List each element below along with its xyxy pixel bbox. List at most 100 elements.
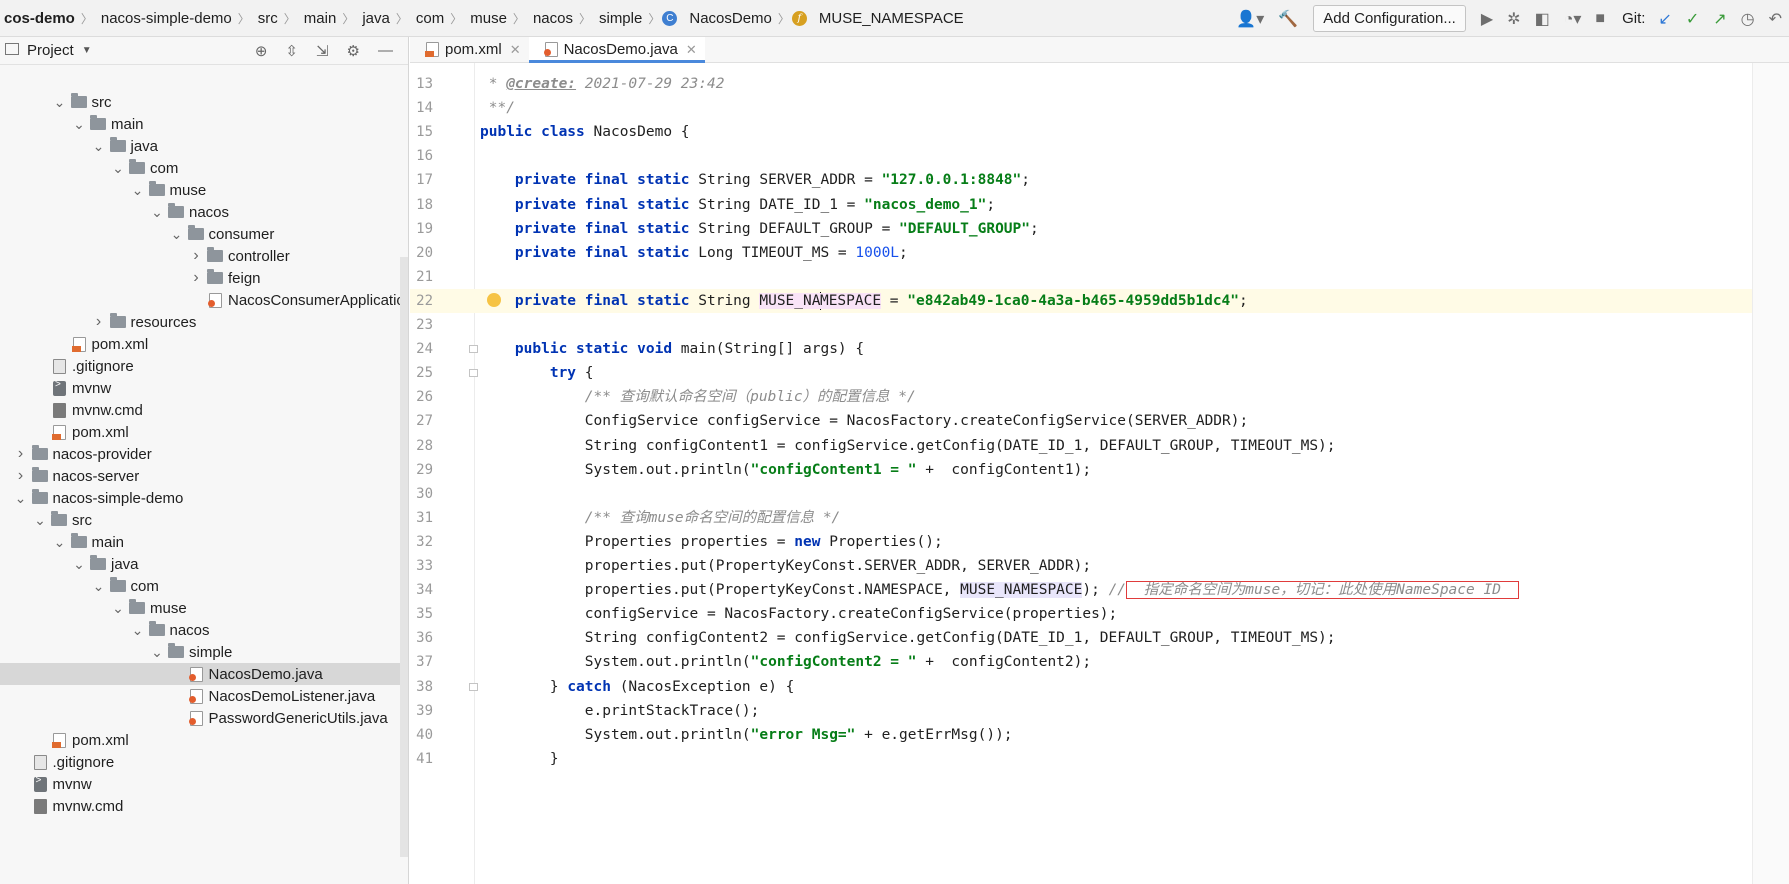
tree-item[interactable]: ⌄ consumer <box>0 223 408 245</box>
locate-icon[interactable]: ⊕ <box>246 42 277 60</box>
tree-item[interactable]: pom.xml <box>0 729 408 751</box>
breadcrumb-item[interactable]: cos-demo 〉 <box>0 10 95 27</box>
add-configuration-button[interactable]: Add Configuration... <box>1313 5 1466 32</box>
tree-item[interactable]: › nacos-provider <box>0 443 408 465</box>
tree-item[interactable]: .gitignore <box>0 751 408 773</box>
code-line[interactable]: 31 /** 查询muse命名空间的配置信息 */ <box>410 506 1789 530</box>
git-push-icon[interactable]: ↗ <box>1706 9 1733 29</box>
chevron-right-icon[interactable]: › <box>189 247 203 265</box>
code-line[interactable]: 29 System.out.println("configContent1 = … <box>410 458 1789 482</box>
breadcrumb-item[interactable]: C NacosDemo 〉 <box>662 10 792 27</box>
close-icon[interactable]: ✕ <box>510 42 521 58</box>
fold-marker-icon[interactable] <box>469 682 478 691</box>
code-line[interactable]: 16 <box>410 144 1789 168</box>
chevron-down-icon[interactable]: ⌄ <box>92 578 106 595</box>
tree-item[interactable]: NacosDemoListener.java <box>0 685 408 707</box>
tree-item[interactable]: ⌄ nacos-simple-demo <box>0 487 408 509</box>
chevron-down-icon[interactable]: ⌄ <box>14 490 28 507</box>
stop-icon[interactable]: ■ <box>1588 10 1612 28</box>
breadcrumb-item[interactable]: f MUSE_NAMESPACE <box>791 10 970 27</box>
tree-item[interactable]: ⌄ src <box>0 91 408 113</box>
code-line[interactable]: 36 String configContent2 = configService… <box>410 626 1789 650</box>
expand-all-icon[interactable]: ⇳ <box>276 42 307 60</box>
code-line[interactable]: 24 public static void main(String[] args… <box>410 337 1789 361</box>
code-line[interactable]: 25 try { <box>410 361 1789 385</box>
tree-item[interactable]: ⌄ com <box>0 157 408 179</box>
tree-item[interactable]: › feign <box>0 267 408 289</box>
coverage-icon[interactable]: ◧ <box>1528 9 1557 29</box>
tree-item[interactable]: ⌄ muse <box>0 179 408 201</box>
hide-icon[interactable]: — <box>369 42 402 59</box>
code-line[interactable]: 23 <box>410 313 1789 337</box>
code-line[interactable]: 18 private final static String DATE_ID_1… <box>410 193 1789 217</box>
editor-scrollbar[interactable] <box>1752 63 1789 884</box>
chevron-down-icon[interactable]: ⌄ <box>53 94 67 111</box>
close-icon[interactable]: ✕ <box>686 42 697 58</box>
git-update-icon[interactable]: ↙ <box>1651 9 1678 29</box>
tree-item[interactable]: mvnw <box>0 377 408 399</box>
chevron-down-icon[interactable]: ⌄ <box>72 116 86 133</box>
chevron-down-icon[interactable]: ⌄ <box>92 138 106 155</box>
editor-tab[interactable]: NacosDemo.java ✕ <box>528 37 705 63</box>
code-area[interactable]: 13 * @create: 2021-07-29 23:42 14 **/15 pu… <box>410 63 1789 884</box>
tree-item[interactable]: ⌄ simple <box>0 641 408 663</box>
tree-item[interactable]: .gitignore <box>0 355 408 377</box>
chevron-right-icon[interactable]: › <box>189 269 203 287</box>
tree-item[interactable]: ⌄ src <box>0 509 408 531</box>
profile-icon[interactable]: ◔▾ <box>1557 9 1589 29</box>
code-line[interactable]: 40 System.out.println("error Msg=" + e.g… <box>410 723 1789 747</box>
breadcrumb-item[interactable]: src 〉 <box>252 10 298 27</box>
debug-icon[interactable]: ✲ <box>1500 9 1527 29</box>
tree-item[interactable]: ⌄ main <box>0 531 408 553</box>
tree-item[interactable]: ⌄ java <box>0 553 408 575</box>
chevron-down-icon[interactable]: ⌄ <box>150 204 164 221</box>
editor-tab[interactable]: pom.xml ✕ <box>410 37 529 62</box>
tree-item[interactable]: mvnw.cmd <box>0 399 408 421</box>
code-line[interactable]: 26 /** 查询默认命名空间（public）的配置信息 */ <box>410 385 1789 409</box>
code-line[interactable]: 13 * @create: 2021-07-29 23:42 <box>410 72 1789 96</box>
run-icon[interactable]: ▶ <box>1474 9 1500 29</box>
chevron-down-icon[interactable]: ⌄ <box>131 182 145 199</box>
chevron-right-icon[interactable]: › <box>92 313 106 331</box>
sidebar-scrollbar[interactable] <box>400 257 408 857</box>
code-line[interactable]: 32 Properties properties = new Propertie… <box>410 530 1789 554</box>
fold-marker-icon[interactable] <box>469 345 478 354</box>
code-line[interactable]: 17 private final static String SERVER_AD… <box>410 168 1789 192</box>
breadcrumb-item[interactable]: muse 〉 <box>464 10 527 27</box>
code-line[interactable]: 14 **/ <box>410 96 1789 120</box>
gear-icon[interactable]: ⚙ <box>338 42 369 60</box>
user-icon[interactable]: 👤▾ <box>1229 9 1271 29</box>
code-line[interactable]: 30 <box>410 482 1789 506</box>
tree-item[interactable]: NacosConsumerApplicatio <box>0 289 408 311</box>
git-history-icon[interactable]: ◷ <box>1734 9 1762 29</box>
tree-item[interactable]: mvnw <box>0 773 408 795</box>
code-line[interactable]: 21 <box>410 265 1789 289</box>
chevron-down-icon[interactable]: ⌄ <box>170 226 184 243</box>
breadcrumb-item[interactable]: java 〉 <box>356 10 410 27</box>
breadcrumb-item[interactable]: com 〉 <box>410 10 464 27</box>
code-line[interactable]: 38 } catch (NacosException e) { <box>410 675 1789 699</box>
tree-item[interactable]: ⌄ nacos <box>0 201 408 223</box>
tree-item[interactable]: PasswordGenericUtils.java <box>0 707 408 729</box>
tree-item[interactable]: › controller <box>0 245 408 267</box>
tree-item[interactable]: pom.xml <box>0 421 408 443</box>
tree-item[interactable]: ⌄ muse <box>0 597 408 619</box>
chevron-down-icon[interactable]: ⌄ <box>111 600 125 617</box>
code-line[interactable]: 20 private final static Long TIMEOUT_MS … <box>410 241 1789 265</box>
code-line[interactable]: 27 ConfigService configService = NacosFa… <box>410 409 1789 433</box>
chevron-down-icon[interactable]: ⌄ <box>72 556 86 573</box>
breadcrumb-item[interactable]: simple 〉 <box>593 10 662 27</box>
chevron-down-icon[interactable]: ⌄ <box>53 534 67 551</box>
code-line[interactable]: 33 properties.put(PropertyKeyConst.SERVE… <box>410 554 1789 578</box>
collapse-all-icon[interactable]: ⇲ <box>307 42 338 60</box>
chevron-right-icon[interactable]: › <box>14 445 28 463</box>
chevron-down-icon[interactable]: ▼ <box>82 45 92 56</box>
breadcrumb-item[interactable]: main 〉 <box>298 10 357 27</box>
chevron-down-icon[interactable]: ⌄ <box>111 160 125 177</box>
fold-marker-icon[interactable] <box>469 369 478 378</box>
tree-item[interactable]: › nacos-server <box>0 465 408 487</box>
git-commit-icon[interactable]: ✓ <box>1679 9 1706 29</box>
breadcrumb-item[interactable]: nacos-simple-demo 〉 <box>95 10 252 27</box>
code-line[interactable]: 34 properties.put(PropertyKeyConst.NAMES… <box>410 578 1789 602</box>
tree-item[interactable]: ⌄ main <box>0 113 408 135</box>
